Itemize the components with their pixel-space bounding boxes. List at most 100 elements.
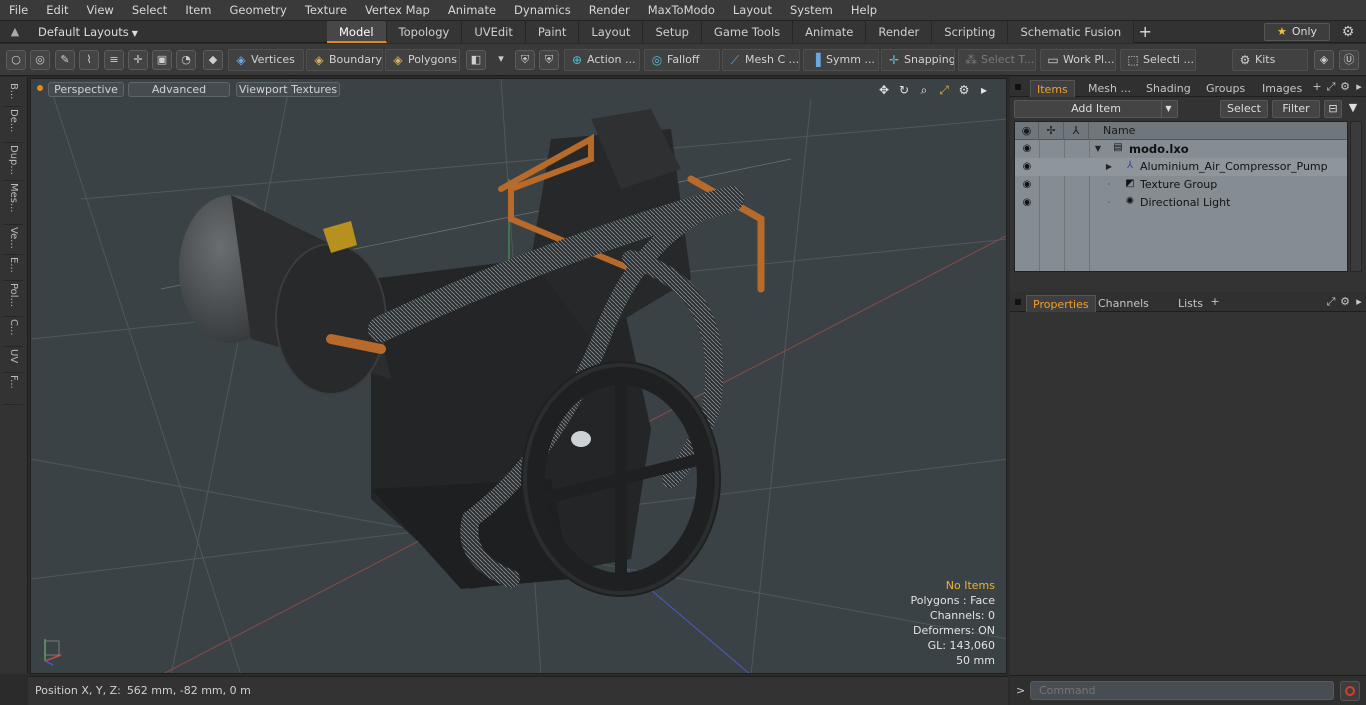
work-plane-button[interactable]: ▭ Work Pl... bbox=[1040, 49, 1116, 71]
viewport-textures-button[interactable]: Viewport Textures bbox=[236, 82, 340, 97]
left-tab-basic[interactable]: B... bbox=[3, 83, 23, 107]
shield-icon[interactable]: ⛨ bbox=[539, 50, 559, 70]
tab-shading[interactable]: Shading bbox=[1140, 80, 1197, 97]
panel-gear-icon[interactable]: ⚙ bbox=[1338, 295, 1352, 309]
tree-row-mesh[interactable]: ◉ ▶ ⅄ Aluminium_Air_Compressor_Pump bbox=[1015, 158, 1347, 176]
tree-row-texture-group[interactable]: ◉ · ◩ Texture Group bbox=[1015, 176, 1347, 194]
menu-edit[interactable]: Edit bbox=[37, 0, 77, 21]
rotate-icon[interactable]: ◔ bbox=[176, 50, 196, 70]
tab-uvedit[interactable]: UVEdit bbox=[462, 21, 526, 43]
select-button[interactable]: Select bbox=[1220, 100, 1268, 118]
scale-icon[interactable]: ▣ bbox=[152, 50, 172, 70]
tab-items[interactable]: Items bbox=[1030, 80, 1075, 97]
unreal-icon[interactable]: Ⓤ bbox=[1339, 50, 1359, 70]
command-input[interactable] bbox=[1030, 681, 1334, 700]
command-history-icon[interactable]: > bbox=[1016, 684, 1025, 697]
add-panel-tab-icon[interactable]: + bbox=[1310, 80, 1324, 94]
pan-icon[interactable]: ✥ bbox=[876, 82, 892, 98]
circle-select-icon[interactable]: ○ bbox=[6, 50, 26, 70]
record-macro-icon[interactable] bbox=[1340, 681, 1360, 701]
menu-vertex-map[interactable]: Vertex Map bbox=[356, 0, 439, 21]
add-item-button[interactable]: Add Item ▼ bbox=[1014, 100, 1178, 118]
menu-texture[interactable]: Texture bbox=[296, 0, 356, 21]
left-tab-fusion[interactable]: F... bbox=[3, 375, 23, 405]
pen-icon[interactable]: ✎ bbox=[55, 50, 75, 70]
visibility-column-eye-icon[interactable]: ◉ bbox=[1015, 122, 1039, 140]
menu-file[interactable]: File bbox=[0, 0, 37, 21]
collapse-arrow-icon[interactable]: ▼ bbox=[1093, 140, 1103, 158]
material-mode-icon[interactable]: ◧ bbox=[466, 50, 486, 70]
viewport-gear-icon[interactable]: ⚙ bbox=[956, 82, 972, 98]
add-panel-tab-icon[interactable]: + bbox=[1208, 295, 1222, 309]
add-tab-icon[interactable]: + bbox=[1134, 21, 1156, 43]
layout-home-icon[interactable]: ▲ bbox=[8, 25, 22, 39]
panel-menu-icon[interactable] bbox=[1015, 299, 1021, 305]
selection-sets-button[interactable]: ⬚ Selecti ... bbox=[1120, 49, 1196, 71]
left-tab-curve[interactable]: C... bbox=[3, 319, 23, 347]
viewport-expand-icon[interactable]: ▸ bbox=[976, 82, 992, 98]
menu-geometry[interactable]: Geometry bbox=[221, 0, 296, 21]
left-tab-vertex[interactable]: Ve... bbox=[3, 227, 23, 255]
tab-model[interactable]: Model bbox=[327, 21, 387, 43]
menu-maxtomodo[interactable]: MaxToModo bbox=[639, 0, 724, 21]
panel-menu-icon[interactable] bbox=[1015, 84, 1021, 90]
tab-properties[interactable]: Properties bbox=[1026, 295, 1096, 312]
menu-layout[interactable]: Layout bbox=[724, 0, 781, 21]
tab-scripting[interactable]: Scripting bbox=[932, 21, 1009, 43]
left-tab-duplicate[interactable]: Dup... bbox=[3, 145, 23, 181]
items-scrollbar[interactable] bbox=[1350, 121, 1362, 272]
tab-game-tools[interactable]: Game Tools bbox=[701, 21, 794, 43]
lock-column-icon[interactable]: ✢ bbox=[1039, 122, 1064, 140]
eye-icon[interactable]: ◉ bbox=[1020, 177, 1034, 191]
funnel-icon[interactable]: ▼ bbox=[1344, 100, 1362, 118]
perspective-button[interactable]: Perspective bbox=[48, 82, 124, 97]
tab-animate[interactable]: Animate bbox=[793, 21, 867, 43]
symmetry-shield-icon[interactable]: ⛨ bbox=[515, 50, 535, 70]
boundary-button[interactable]: ◈ Boundary bbox=[306, 49, 383, 71]
select-through-button[interactable]: ⁂ Select T... bbox=[958, 49, 1036, 71]
tab-lists[interactable]: Lists bbox=[1172, 295, 1209, 312]
menu-system[interactable]: System bbox=[781, 0, 842, 21]
zoom-icon[interactable]: ⌕ bbox=[916, 82, 932, 98]
tab-channels[interactable]: Channels bbox=[1092, 295, 1155, 312]
left-tab-edge[interactable]: E... bbox=[3, 257, 23, 281]
tab-render[interactable]: Render bbox=[866, 21, 933, 43]
menu-item[interactable]: Item bbox=[176, 0, 220, 21]
advanced-shading-button[interactable]: Advanced bbox=[128, 82, 230, 97]
layout-selector[interactable]: Default Layouts ▼ bbox=[32, 24, 144, 40]
menu-dynamics[interactable]: Dynamics bbox=[505, 0, 580, 21]
tab-images[interactable]: Images bbox=[1256, 80, 1308, 97]
tab-setup[interactable]: Setup bbox=[643, 21, 702, 43]
eye-icon[interactable]: ◉ bbox=[1020, 195, 1034, 209]
symmetry-button[interactable]: ▐ Symm ... bbox=[803, 49, 879, 71]
name-column-header[interactable]: Name bbox=[1089, 122, 1347, 140]
eye-icon[interactable]: ◉ bbox=[1020, 159, 1034, 173]
menu-help[interactable]: Help bbox=[842, 0, 886, 21]
left-tab-mesh-edit[interactable]: Mes... bbox=[3, 183, 23, 225]
item-mode-icon[interactable]: ◆ bbox=[203, 50, 223, 70]
gear-icon[interactable]: ⚙ bbox=[1340, 24, 1356, 40]
globe-icon[interactable]: ◎ bbox=[30, 50, 50, 70]
menu-render[interactable]: Render bbox=[580, 0, 639, 21]
menu-view[interactable]: View bbox=[78, 0, 123, 21]
tab-layout[interactable]: Layout bbox=[579, 21, 644, 43]
tree-row-scene[interactable]: ◉ ▼ ▤ modo.lxo bbox=[1015, 140, 1347, 158]
brush-icon[interactable]: ⌇ bbox=[79, 50, 99, 70]
viewport-options-icon[interactable] bbox=[37, 85, 43, 91]
only-button[interactable]: ★ Only bbox=[1264, 23, 1330, 41]
transform-icon[interactable]: ✛ bbox=[128, 50, 148, 70]
left-tab-polygon[interactable]: Pol... bbox=[3, 283, 23, 317]
filter-button[interactable]: Filter bbox=[1272, 100, 1320, 118]
collapse-icon[interactable]: ⊟ bbox=[1324, 100, 1342, 118]
snapping-button[interactable]: ✛ Snapping bbox=[881, 49, 955, 71]
unity-icon[interactable]: ◈ bbox=[1314, 50, 1334, 70]
panel-more-icon[interactable]: ▸ bbox=[1352, 80, 1366, 94]
maximize-icon[interactable]: ⤢ bbox=[1324, 295, 1338, 309]
align-icon[interactable]: ≡ bbox=[104, 50, 124, 70]
tab-groups[interactable]: Groups bbox=[1200, 80, 1251, 97]
left-tab-deform[interactable]: De... bbox=[3, 109, 23, 143]
panel-more-icon[interactable]: ▸ bbox=[1352, 295, 1366, 309]
chevron-down-icon[interactable]: ▾ bbox=[491, 50, 511, 70]
3d-viewport[interactable]: Perspective Advanced Viewport Textures ✥… bbox=[30, 78, 1007, 674]
menu-animate[interactable]: Animate bbox=[439, 0, 505, 21]
